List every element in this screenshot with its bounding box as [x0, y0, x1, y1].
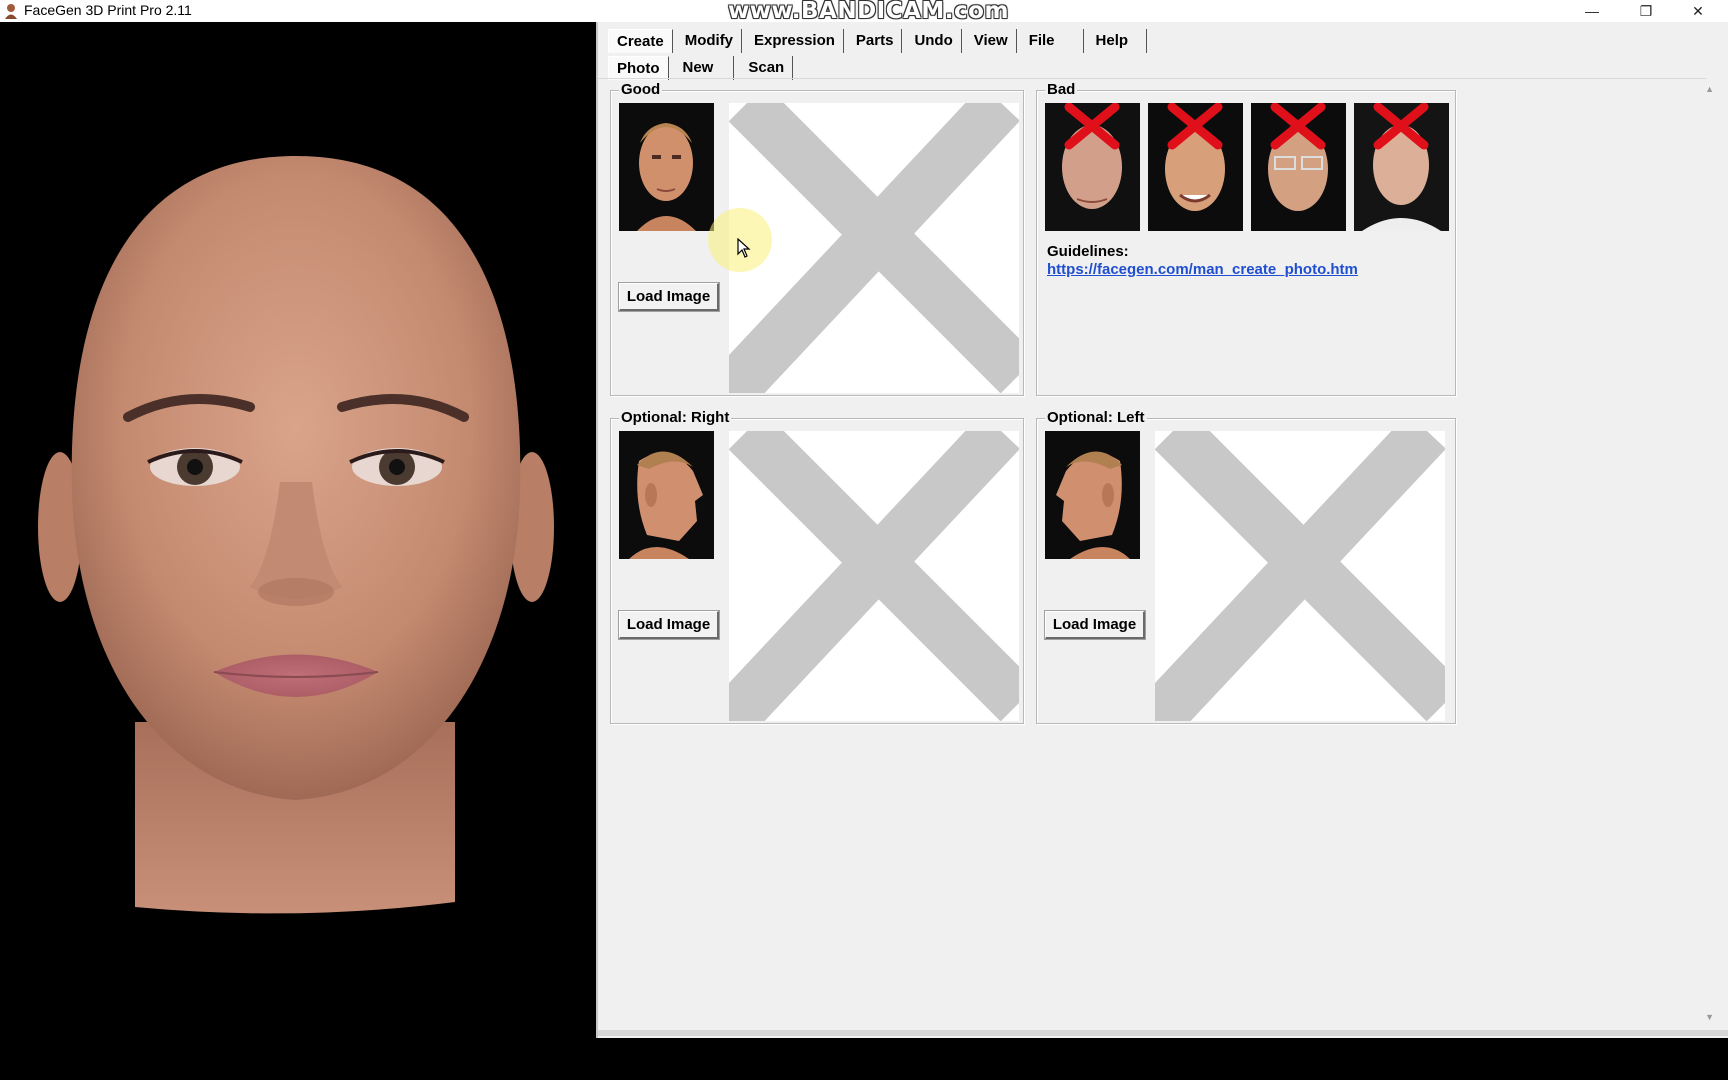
left-photo-preview	[1155, 431, 1445, 721]
optional-right-group: Optional: Right Load Image	[610, 410, 1024, 724]
minimize-button[interactable]: —	[1566, 0, 1618, 22]
horizontal-scrollbar[interactable]	[598, 1030, 1728, 1036]
group-title: Optional: Right	[619, 409, 732, 426]
bad-example-3	[1251, 103, 1346, 231]
load-image-good-button[interactable]: Load Image	[618, 282, 720, 312]
toolbar-divider	[598, 78, 1706, 79]
group-title: Good	[619, 81, 663, 98]
good-photo-preview	[729, 103, 1019, 393]
minimize-icon: —	[1585, 3, 1599, 19]
scroll-up-icon[interactable]: ▲	[1705, 84, 1714, 94]
tab-new[interactable]: New	[675, 56, 735, 80]
menu-create[interactable]: Create	[608, 29, 673, 53]
good-frontal-example	[619, 103, 714, 231]
menu-expression[interactable]: Expression	[746, 29, 844, 53]
right-profile-example	[619, 431, 714, 559]
optional-left-group: Optional: Left Load Image	[1036, 410, 1456, 724]
restore-icon: ❐	[1639, 2, 1653, 19]
menu-parts[interactable]: Parts	[848, 29, 903, 53]
left-profile-example	[1045, 431, 1140, 559]
group-title: Optional: Left	[1045, 409, 1147, 426]
load-image-left-button[interactable]: Load Image	[1044, 610, 1146, 640]
right-photo-preview	[729, 431, 1019, 721]
scroll-down-icon[interactable]: ▼	[1705, 1012, 1714, 1022]
good-photo-group: Good Load Image	[610, 82, 1024, 396]
menu-help[interactable]: Help	[1088, 29, 1148, 53]
group-title: Bad	[1045, 81, 1078, 98]
close-button[interactable]: ✕	[1672, 0, 1724, 22]
mouse-cursor-icon	[737, 238, 751, 258]
head-3d-viewport[interactable]	[0, 22, 592, 1038]
guidelines-label: Guidelines:	[1047, 243, 1129, 260]
menu-view[interactable]: View	[966, 29, 1017, 53]
menu-undo[interactable]: Undo	[906, 29, 962, 53]
menu-modify[interactable]: Modify	[677, 29, 743, 53]
window-title: FaceGen 3D Print Pro 2.11	[24, 2, 192, 18]
restore-button[interactable]: ❐	[1620, 0, 1672, 22]
tab-scan[interactable]: Scan	[740, 56, 794, 80]
app-icon	[5, 4, 17, 19]
bad-example-1	[1045, 103, 1140, 231]
bad-example-2	[1148, 103, 1243, 231]
head-model	[38, 156, 554, 914]
tab-photo[interactable]: Photo	[608, 56, 669, 80]
menu-file[interactable]: File	[1021, 29, 1084, 53]
screen-bottom-bar	[0, 1038, 1728, 1080]
photo-fit-panel: Create Modify Expression Parts Undo View…	[596, 22, 1728, 1038]
bad-example-4	[1354, 103, 1449, 231]
main-menu: Create Modify Expression Parts Undo View…	[608, 26, 1151, 56]
title-bar: FaceGen 3D Print Pro 2.11 www.BANDICAM.c…	[0, 0, 1728, 24]
close-icon: ✕	[1692, 2, 1704, 19]
bad-photo-group: Bad Guidelines: https://facegen.com/man_…	[1036, 82, 1456, 396]
recorder-watermark: www.BANDICAM.com	[728, 0, 1009, 24]
load-image-right-button[interactable]: Load Image	[618, 610, 720, 640]
guidelines-link[interactable]: https://facegen.com/man_create_photo.htm	[1047, 261, 1358, 278]
